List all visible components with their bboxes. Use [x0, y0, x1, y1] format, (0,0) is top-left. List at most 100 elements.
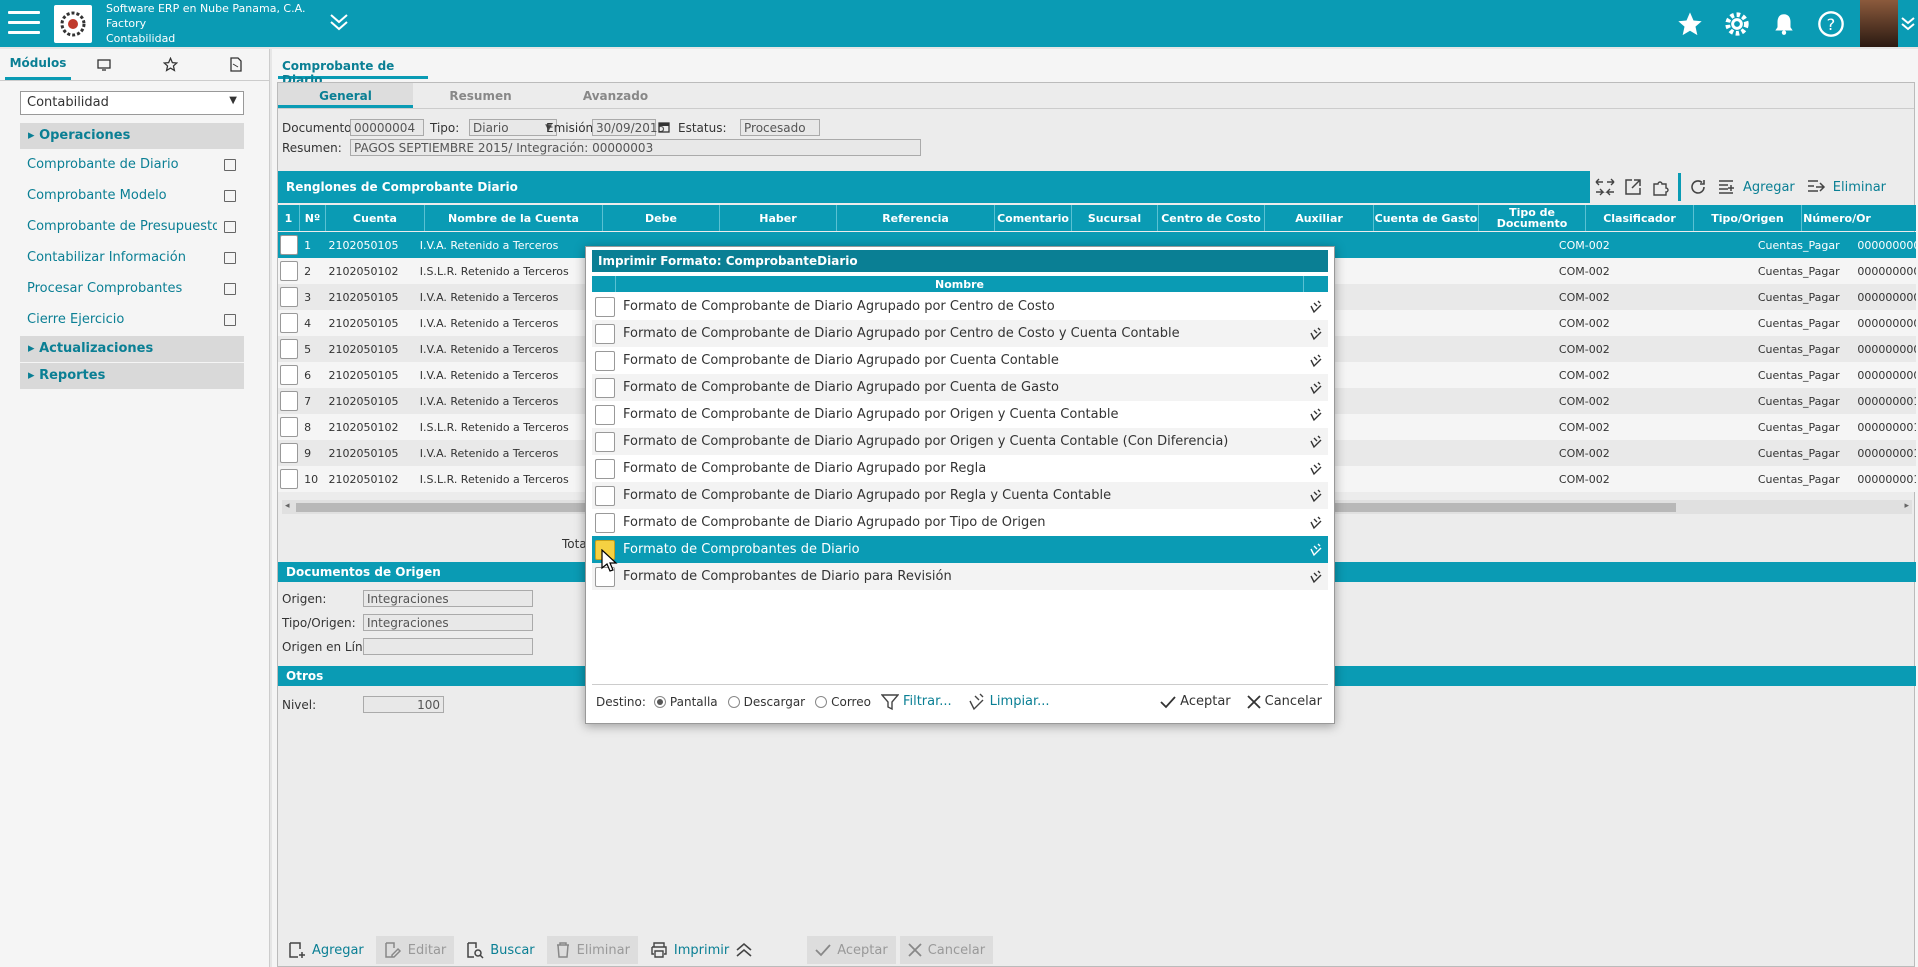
tab-modulos[interactable]: Módulos [5, 49, 71, 80]
origen-field[interactable]: Integraciones [363, 590, 533, 607]
list-item[interactable]: Formato de Comprobante de Diario Agrupad… [592, 509, 1328, 536]
cancelar-main-button[interactable]: Cancelar [899, 936, 994, 964]
col-select[interactable]: 1 [278, 205, 300, 231]
agregar-row-button[interactable]: Agregar [1743, 180, 1795, 195]
section-reportes[interactable]: ▸ Reportes [20, 363, 244, 389]
tab-comprobante-diario[interactable]: Comprobante de Diario [278, 53, 428, 87]
col-debe[interactable]: Debe [603, 205, 720, 231]
tab-avanzado[interactable]: Avanzado [548, 83, 683, 108]
document-icon[interactable] [203, 49, 269, 80]
aceptar-main-button[interactable]: Aceptar [807, 936, 896, 964]
clear-filter-icon[interactable] [1304, 354, 1328, 368]
calendar-icon[interactable] [658, 121, 670, 137]
bell-icon[interactable] [1760, 0, 1807, 47]
gear-icon[interactable] [1713, 0, 1760, 47]
aceptar-button[interactable]: Aceptar [1160, 694, 1231, 709]
help-icon[interactable]: ? [1807, 0, 1854, 47]
scroll-right-icon[interactable]: ▸ [1904, 501, 1909, 511]
row-checkbox[interactable] [280, 235, 299, 255]
menu-item-comprobante-diario[interactable]: Comprobante de Diario [20, 149, 244, 180]
row-checkbox[interactable] [280, 339, 299, 359]
col-cuenta-gasto[interactable]: Cuenta de Gasto [1374, 205, 1479, 231]
resumen-field[interactable]: PAGOS SEPTIEMBRE 2015/ Integración: 0000… [350, 139, 921, 156]
column-nombre[interactable]: Nombre [616, 276, 1304, 292]
refresh-icon[interactable] [1687, 176, 1709, 198]
clear-filter-icon[interactable] [1304, 408, 1328, 422]
monitor-icon[interactable] [71, 49, 137, 80]
item-checkbox[interactable] [595, 485, 615, 506]
nivel-field[interactable]: 100 [363, 696, 444, 713]
list-item[interactable]: Formato de Comprobante de Diario Agrupad… [592, 374, 1328, 401]
list-item[interactable]: Formato de Comprobante de Diario Agrupad… [592, 320, 1328, 347]
item-checkbox[interactable] [595, 404, 615, 425]
destino-descargar-radio[interactable]: Descargar [727, 695, 805, 709]
star-icon[interactable] [1666, 0, 1713, 47]
list-item[interactable]: Formato de Comprobante de Diario Agrupad… [592, 347, 1328, 374]
list-item[interactable]: Formato de Comprobante de Diario Agrupad… [592, 428, 1328, 455]
list-item[interactable]: Formato de Comprobante de Diario Agrupad… [592, 455, 1328, 482]
expand-collapse-icon[interactable] [1594, 176, 1616, 198]
menu-item-cierre[interactable]: Cierre Ejercicio [20, 304, 244, 335]
documento-field[interactable]: 00000004 [350, 119, 424, 136]
clear-filter-icon[interactable] [1304, 381, 1328, 395]
chevron-down-icon[interactable] [328, 12, 350, 36]
clear-filter-icon[interactable] [1304, 489, 1328, 503]
row-checkbox[interactable] [280, 417, 299, 437]
list-item[interactable]: Formato de Comprobante de Diario Agrupad… [592, 401, 1328, 428]
item-checkbox[interactable] [595, 350, 615, 371]
row-checkbox[interactable] [280, 287, 299, 307]
row-checkbox[interactable] [280, 391, 299, 411]
list-item[interactable]: Formato de Comprobantes de Diario para R… [592, 563, 1328, 590]
destino-correo-radio[interactable]: Correo [815, 695, 871, 709]
module-select[interactable]: Contabilidad ▼ [20, 91, 244, 115]
filtrar-button[interactable]: Filtrar... [880, 693, 952, 711]
clear-filter-icon[interactable] [1304, 543, 1328, 557]
row-checkbox[interactable] [280, 261, 299, 281]
emision-field[interactable]: 30/09/2015 [592, 119, 665, 136]
menu-item-comprobante-modelo[interactable]: Comprobante Modelo [20, 180, 244, 211]
tab-general[interactable]: General [278, 83, 413, 108]
clear-filter-icon[interactable] [1304, 570, 1328, 584]
puzzle-icon[interactable] [1650, 176, 1672, 198]
tipo-origen-field[interactable]: Integraciones [363, 614, 533, 631]
clear-filter-icon[interactable] [1304, 327, 1328, 341]
buscar-button[interactable]: Buscar [458, 936, 542, 964]
clear-filter-icon[interactable] [1304, 462, 1328, 476]
editar-button[interactable]: Editar [375, 936, 455, 964]
add-row-icon[interactable] [1715, 176, 1737, 198]
row-checkbox[interactable] [280, 365, 299, 385]
cancelar-button[interactable]: Cancelar [1247, 694, 1322, 709]
item-checkbox[interactable] [595, 296, 615, 317]
tab-resumen[interactable]: Resumen [413, 83, 548, 108]
clear-filter-icon[interactable] [1304, 300, 1328, 314]
star-outline-icon[interactable] [137, 49, 203, 80]
col-haber[interactable]: Haber [720, 205, 837, 231]
col-tipo-origen[interactable]: Tipo/Origen [1694, 205, 1802, 231]
col-numero[interactable]: Nº [300, 205, 326, 231]
col-nombre[interactable]: Nombre de la Cuenta [425, 205, 603, 231]
section-operaciones[interactable]: ▸ Operaciones [20, 123, 244, 149]
section-actualizaciones[interactable]: ▸ Actualizaciones [20, 336, 244, 362]
item-checkbox[interactable] [595, 512, 615, 533]
list-item[interactable]: Formato de Comprobante de Diario Agrupad… [592, 293, 1328, 320]
avatar[interactable] [1860, 0, 1898, 47]
col-comentario[interactable]: Comentario [995, 205, 1072, 231]
limpiar-button[interactable]: Limpiar... [968, 693, 1050, 711]
imprimir-button[interactable]: Imprimir [642, 936, 761, 964]
list-item[interactable]: Formato de Comprobante de Diario Agrupad… [592, 482, 1328, 509]
clear-filter-icon[interactable] [1304, 435, 1328, 449]
open-external-icon[interactable] [1622, 176, 1644, 198]
eliminar-row-button[interactable]: Eliminar [1833, 180, 1886, 195]
menu-item-contabilizar[interactable]: Contabilizar Información [20, 242, 244, 273]
item-checkbox[interactable] [595, 458, 615, 479]
row-checkbox[interactable] [280, 313, 299, 333]
col-sucursal[interactable]: Sucursal [1072, 205, 1158, 231]
scroll-left-icon[interactable]: ◂ [285, 501, 290, 511]
col-centro-costo[interactable]: Centro de Costo [1158, 205, 1265, 231]
col-tipo-documento[interactable]: Tipo de Documento [1479, 205, 1586, 231]
col-auxiliar[interactable]: Auxiliar [1265, 205, 1374, 231]
row-checkbox[interactable] [280, 469, 299, 489]
row-checkbox[interactable] [280, 443, 299, 463]
delete-row-icon[interactable] [1805, 176, 1827, 198]
item-checkbox[interactable] [595, 377, 615, 398]
